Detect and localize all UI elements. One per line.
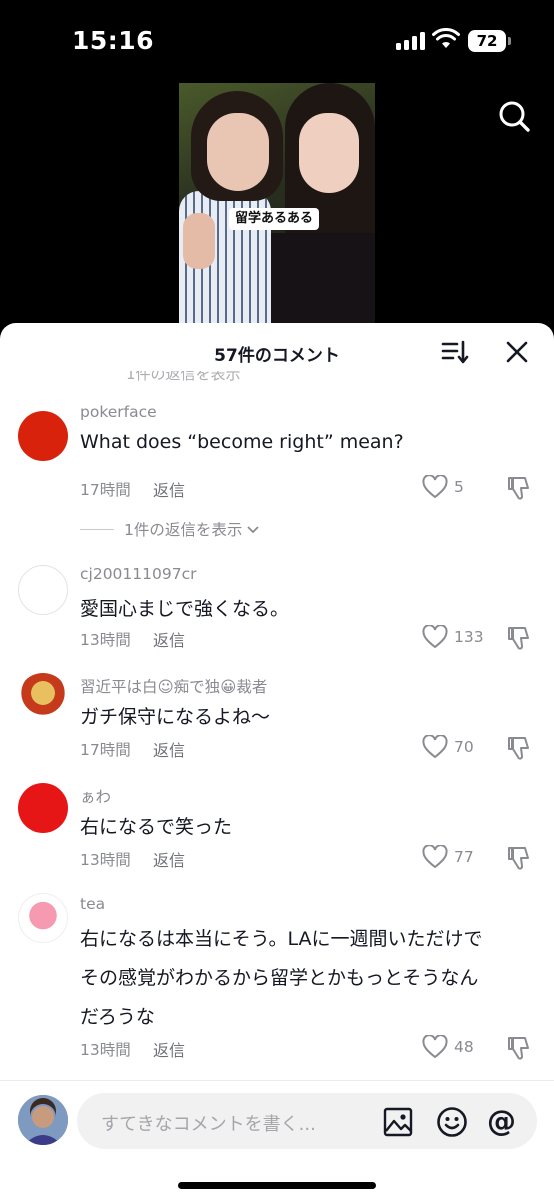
reply-button[interactable]: 返信	[153, 737, 185, 761]
like-button[interactable]: 133	[422, 625, 484, 649]
like-button[interactable]: 5	[422, 475, 464, 499]
comment-time: 17時間	[80, 481, 131, 499]
faded-reply-link[interactable]: 1件の返信を表示	[0, 371, 554, 389]
comment-text-line: だろうな	[80, 1006, 155, 1028]
comment-text-line: その感覚がわかるから留学とかもっとそうなん	[80, 967, 479, 989]
avatar[interactable]	[18, 673, 68, 723]
battery-icon: 72	[468, 30, 511, 52]
avatar[interactable]	[18, 565, 68, 615]
dislike-icon[interactable]	[506, 846, 532, 870]
comment-username[interactable]: 習近平は白☺痴で独😀裁者	[80, 675, 267, 697]
comment-input[interactable]: すてきなコメントを書く... @	[77, 1093, 537, 1149]
dislike-icon[interactable]	[506, 476, 532, 500]
reply-button[interactable]: 返信	[153, 847, 185, 871]
reply-button[interactable]: 返信	[153, 1037, 185, 1061]
video-caption: 留学あるある	[229, 208, 320, 230]
at-icon[interactable]: @	[487, 1104, 516, 1138]
emoji-icon[interactable]	[436, 1106, 468, 1138]
comment-time: 13時間	[80, 851, 131, 869]
comment-item: ぁわ 右になるで笑った 13時間 返信 77	[0, 783, 554, 883]
comment-text: What does “become right” mean?	[80, 431, 404, 453]
avatar[interactable]	[18, 411, 68, 461]
view-replies-label: 1件の返信を表示	[124, 521, 243, 539]
comment-item: 習近平は白☺痴で独😀裁者 ガチ保守になるよね〜 17時間 返信 70	[0, 673, 554, 773]
avatar[interactable]	[18, 783, 68, 833]
reply-button[interactable]: 返信	[153, 627, 185, 651]
comment-username[interactable]: pokerface	[80, 403, 157, 421]
like-count: 48	[454, 1038, 474, 1056]
dislike-icon[interactable]	[506, 1036, 532, 1060]
chevron-down-icon	[247, 526, 260, 534]
comments-panel: 57件のコメント 1件の返信を表示 pokerface What does “b…	[0, 323, 554, 1200]
comment-username[interactable]: cj200111097cr	[80, 565, 196, 583]
status-time: 15:16	[72, 26, 155, 55]
signal-icon	[396, 32, 425, 50]
heart-icon	[422, 845, 448, 869]
comment-text: 愛国心まじで強くなる。	[80, 598, 290, 620]
comment-username[interactable]: ぁわ	[80, 785, 111, 807]
comment-time: 17時間	[80, 741, 131, 759]
home-indicator	[178, 1182, 376, 1189]
like-button[interactable]: 77	[422, 845, 474, 869]
comment-time: 13時間	[80, 1041, 131, 1059]
wifi-icon	[432, 28, 460, 48]
comment-text: ガチ保守になるよね〜	[80, 706, 271, 728]
faded-reply-label: 1件の返信を表示	[126, 371, 241, 383]
close-icon[interactable]	[504, 339, 530, 365]
like-count: 5	[454, 478, 464, 496]
heart-icon	[422, 475, 448, 499]
comment-time: 13時間	[80, 631, 131, 649]
comment-item: tea 右になるは本当にそう。LAに一週間いただけで その感覚がわかるから留学と…	[0, 893, 554, 1083]
sort-icon[interactable]	[441, 339, 469, 365]
heart-icon	[422, 735, 448, 759]
like-count: 70	[454, 738, 474, 756]
panel-title: 57件のコメント	[214, 346, 340, 366]
heart-icon	[422, 1035, 448, 1059]
comment-item: cj200111097cr 愛国心まじで強くなる。 13時間 返信 133	[0, 565, 554, 665]
image-icon[interactable]	[383, 1107, 413, 1137]
like-button[interactable]: 48	[422, 1035, 474, 1059]
dislike-icon[interactable]	[506, 736, 532, 760]
comment-text-line: 右になるは本当にそう。LAに一週間いただけで	[80, 928, 483, 950]
like-button[interactable]: 70	[422, 735, 474, 759]
view-replies-link[interactable]: 1件の返信を表示	[80, 518, 260, 540]
comment-text: 右になるで笑った	[80, 816, 233, 838]
comment-username[interactable]: tea	[80, 895, 105, 913]
like-count: 133	[454, 628, 484, 646]
avatar[interactable]	[18, 1095, 68, 1145]
comment-input-placeholder: すてきなコメントを書く...	[101, 1114, 316, 1135]
comment-input-bar: すてきなコメントを書く... @	[0, 1080, 554, 1200]
dislike-icon[interactable]	[506, 626, 532, 650]
status-bar: 15:16 72	[0, 0, 554, 84]
heart-icon	[422, 625, 448, 649]
search-icon[interactable]	[496, 98, 532, 134]
reply-button[interactable]: 返信	[153, 477, 185, 501]
like-count: 77	[454, 848, 474, 866]
user-photo	[18, 1095, 68, 1145]
avatar[interactable]	[18, 893, 68, 943]
